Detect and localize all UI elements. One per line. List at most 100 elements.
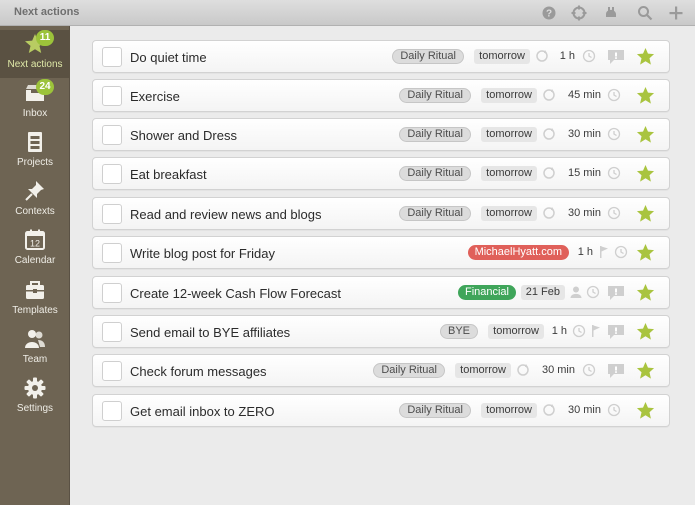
task-tag[interactable]: Daily Ritual (373, 363, 445, 378)
task-title[interactable]: Write blog post for Friday (130, 246, 275, 261)
task-checkbox[interactable] (102, 47, 122, 67)
task-checkbox[interactable] (102, 243, 122, 263)
clock-icon[interactable] (582, 363, 596, 377)
task-due-date[interactable]: tomorrow (481, 403, 537, 418)
task-tag[interactable]: Daily Ritual (392, 49, 464, 64)
task-due-date[interactable]: 21 Feb (520, 285, 565, 300)
task-row[interactable]: Do quiet time Daily Ritual tomorrow 1 h (92, 40, 670, 73)
undo-icon[interactable] (603, 5, 619, 21)
task-duration[interactable]: 15 min (568, 167, 601, 179)
clock-icon[interactable] (582, 49, 596, 63)
sidebar-item-calendar[interactable]: 12 Calendar (0, 226, 70, 274)
task-checkbox[interactable] (102, 361, 122, 381)
repeat-icon[interactable] (542, 127, 556, 141)
task-title[interactable]: Create 12-week Cash Flow Forecast (130, 286, 341, 301)
flag-icon[interactable] (589, 324, 603, 338)
help-icon[interactable]: ? (541, 5, 557, 21)
sidebar-item-team[interactable]: Team (0, 325, 70, 373)
task-row[interactable]: Get email inbox to ZERO Daily Ritual tom… (92, 394, 670, 427)
task-tag[interactable]: Daily Ritual (399, 403, 471, 418)
task-row[interactable]: Shower and Dress Daily Ritual tomorrow 3… (92, 118, 670, 151)
task-due-date[interactable]: tomorrow (455, 363, 511, 378)
star-icon[interactable] (636, 125, 655, 144)
task-title[interactable]: Send email to BYE affiliates (130, 325, 290, 340)
clock-icon[interactable] (607, 166, 621, 180)
comment-icon[interactable] (607, 324, 625, 340)
task-tag[interactable]: Daily Ritual (399, 206, 471, 221)
person-icon[interactable] (569, 285, 583, 299)
sidebar-item-projects[interactable]: Projects (0, 128, 70, 176)
clock-icon[interactable] (607, 127, 621, 141)
task-duration[interactable]: 30 min (568, 128, 601, 140)
task-title[interactable]: Shower and Dress (130, 128, 237, 143)
task-due-date[interactable]: tomorrow (481, 88, 537, 103)
comment-icon[interactable] (607, 285, 625, 301)
task-duration[interactable]: 30 min (542, 364, 575, 376)
star-icon[interactable] (636, 47, 655, 66)
add-icon[interactable] (668, 5, 684, 21)
sidebar-item-templates[interactable]: Templates (0, 276, 70, 324)
sync-icon[interactable] (571, 5, 587, 21)
task-checkbox[interactable] (102, 164, 122, 184)
clock-icon[interactable] (586, 285, 600, 299)
star-icon[interactable] (636, 204, 655, 223)
task-checkbox[interactable] (102, 283, 122, 303)
repeat-icon[interactable] (542, 403, 556, 417)
task-row[interactable]: Read and review news and blogs Daily Rit… (92, 197, 670, 230)
task-title[interactable]: Get email inbox to ZERO (130, 404, 275, 419)
task-checkbox[interactable] (102, 204, 122, 224)
repeat-icon[interactable] (535, 49, 549, 63)
task-duration[interactable]: 45 min (568, 89, 601, 101)
comment-icon[interactable] (607, 49, 625, 65)
task-due-date[interactable]: tomorrow (481, 127, 537, 142)
repeat-icon[interactable] (542, 88, 556, 102)
sidebar-item-settings[interactable]: Settings (0, 374, 70, 422)
task-title[interactable]: Read and review news and blogs (130, 207, 322, 222)
task-tag[interactable]: MichaelHyatt.com (467, 245, 569, 260)
task-checkbox[interactable] (102, 86, 122, 106)
task-title[interactable]: Eat breakfast (130, 167, 207, 182)
task-tag[interactable]: Daily Ritual (399, 88, 471, 103)
clock-icon[interactable] (607, 403, 621, 417)
sidebar-item-inbox[interactable]: 24 Inbox (0, 79, 70, 127)
star-icon[interactable] (636, 283, 655, 302)
star-icon[interactable] (636, 86, 655, 105)
clock-icon[interactable] (607, 206, 621, 220)
task-duration[interactable]: 1 h (560, 50, 575, 62)
repeat-icon[interactable] (542, 206, 556, 220)
task-checkbox[interactable] (102, 125, 122, 145)
sidebar-item-next-actions[interactable]: 11 Next actions (0, 30, 70, 78)
comment-icon[interactable] (607, 363, 625, 379)
search-icon[interactable] (637, 5, 653, 21)
star-icon[interactable] (636, 322, 655, 341)
task-row[interactable]: Send email to BYE affiliates BYE tomorro… (92, 315, 670, 348)
task-row[interactable]: Eat breakfast Daily Ritual tomorrow 15 m… (92, 157, 670, 190)
task-tag[interactable]: Daily Ritual (399, 127, 471, 142)
clock-icon[interactable] (572, 324, 586, 338)
repeat-icon[interactable] (516, 363, 530, 377)
task-due-date[interactable]: tomorrow (481, 166, 537, 181)
task-duration[interactable]: 1 h (578, 246, 593, 258)
task-row[interactable]: Exercise Daily Ritual tomorrow 45 min (92, 79, 670, 112)
task-due-date[interactable]: tomorrow (474, 49, 530, 64)
task-tag[interactable]: Financial (457, 285, 516, 300)
task-due-date[interactable]: tomorrow (481, 206, 537, 221)
task-row[interactable]: Create 12-week Cash Flow Forecast Financ… (92, 276, 670, 309)
task-row[interactable]: Write blog post for Friday MichaelHyatt.… (92, 236, 670, 269)
star-icon[interactable] (636, 164, 655, 183)
sidebar-item-contexts[interactable]: Contexts (0, 177, 70, 225)
task-title[interactable]: Exercise (130, 89, 180, 104)
task-tag[interactable]: Daily Ritual (399, 166, 471, 181)
flag-icon[interactable] (597, 245, 611, 259)
clock-icon[interactable] (614, 245, 628, 259)
task-due-date[interactable]: tomorrow (488, 324, 544, 339)
clock-icon[interactable] (607, 88, 621, 102)
task-duration[interactable]: 30 min (568, 207, 601, 219)
task-title[interactable]: Check forum messages (130, 364, 267, 379)
star-icon[interactable] (636, 401, 655, 420)
task-tag[interactable]: BYE (439, 324, 478, 339)
task-checkbox[interactable] (102, 401, 122, 421)
star-icon[interactable] (636, 361, 655, 380)
star-icon[interactable] (636, 243, 655, 262)
task-checkbox[interactable] (102, 322, 122, 342)
